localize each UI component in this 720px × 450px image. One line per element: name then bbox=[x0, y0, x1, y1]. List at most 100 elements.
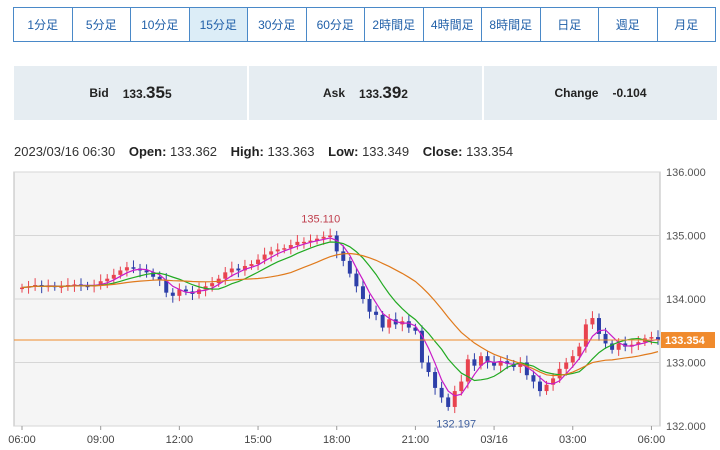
tab-timeframe-11[interactable]: 月足 bbox=[657, 8, 715, 41]
bid-label: Bid bbox=[89, 86, 109, 100]
candle-body bbox=[347, 260, 352, 274]
candle-body bbox=[433, 372, 438, 388]
high-value: 133.363 bbox=[267, 144, 315, 159]
candle-body bbox=[590, 318, 595, 325]
tab-timeframe-2[interactable]: 10分足 bbox=[131, 8, 190, 41]
change-label: Change bbox=[554, 86, 599, 100]
tab-timeframe-5[interactable]: 60分足 bbox=[306, 8, 365, 41]
candle-body bbox=[465, 359, 470, 382]
bid-box: Bid 133.355 bbox=[14, 66, 247, 120]
change-value: -0.104 bbox=[612, 86, 647, 100]
candle-body bbox=[577, 346, 582, 357]
candle-body bbox=[544, 384, 549, 392]
quote-panel: Bid 133.355 Ask 133.392 Change -0.104 bbox=[14, 66, 717, 120]
candle-body bbox=[354, 273, 359, 287]
candle-body bbox=[564, 362, 569, 369]
open-label: Open: bbox=[128, 144, 167, 159]
candle-body bbox=[603, 333, 608, 344]
candle-body bbox=[439, 387, 444, 398]
y-tick-label: 136.000 bbox=[666, 167, 706, 179]
bid-price: 133.355 bbox=[122, 83, 172, 102]
tab-timeframe-9[interactable]: 日足 bbox=[540, 8, 599, 41]
candle-body bbox=[118, 270, 123, 275]
candle-body bbox=[531, 375, 536, 382]
price-chart[interactable]: 136.000135.000134.000133.000132.00006:00… bbox=[0, 160, 720, 450]
tab-timeframe-6[interactable]: 2時間足 bbox=[365, 8, 424, 41]
low-label: Low: bbox=[328, 144, 359, 159]
x-tick-label: 18:00 bbox=[323, 434, 351, 446]
candle-body bbox=[282, 248, 287, 250]
low-value: 133.349 bbox=[362, 144, 410, 159]
candle-body bbox=[380, 314, 385, 328]
x-tick-label: 15:00 bbox=[244, 434, 272, 446]
tab-timeframe-8[interactable]: 8時間足 bbox=[482, 8, 541, 41]
candle-body bbox=[459, 381, 464, 392]
tab-timeframe-7[interactable]: 4時間足 bbox=[423, 8, 482, 41]
candle-body bbox=[262, 254, 267, 260]
y-tick-label: 135.000 bbox=[666, 231, 706, 243]
candle-body bbox=[124, 267, 129, 271]
timeframe-tabs: 1分足 5分足 10分足 15分足 30分足 60分足 2時間足 4時間足 8時間足 日足 週足 月足 bbox=[13, 7, 716, 42]
ask-box: Ask 133.392 bbox=[249, 66, 482, 120]
high-label: High: bbox=[230, 144, 264, 159]
candle-body bbox=[256, 259, 261, 265]
x-tick-label: 06:00 bbox=[8, 434, 36, 446]
x-tick-label: 12:00 bbox=[166, 434, 194, 446]
candle-body bbox=[406, 321, 411, 328]
candle-body bbox=[583, 324, 588, 347]
close-label: Close: bbox=[422, 144, 463, 159]
low-annotation: 132.197 bbox=[436, 418, 476, 430]
ask-label: Ask bbox=[323, 86, 346, 100]
candle-body bbox=[301, 241, 306, 244]
x-tick-label: 09:00 bbox=[87, 434, 115, 446]
candle-body bbox=[210, 283, 215, 287]
candle-body bbox=[269, 251, 274, 255]
x-tick-label: 03:00 bbox=[559, 434, 587, 446]
candle-body bbox=[105, 278, 110, 282]
x-tick-label: 06:00 bbox=[638, 434, 666, 446]
candle-body bbox=[170, 292, 175, 296]
candle-body bbox=[275, 249, 280, 252]
high-annotation: 135.110 bbox=[301, 214, 340, 226]
candle-body bbox=[452, 391, 457, 407]
candle-body bbox=[426, 362, 431, 373]
candle-body bbox=[249, 264, 254, 266]
tab-timeframe-0[interactable]: 1分足 bbox=[14, 8, 73, 41]
candle-body bbox=[360, 286, 365, 299]
candle-body bbox=[374, 311, 379, 315]
candle-body bbox=[334, 235, 339, 252]
change-box: Change -0.104 bbox=[484, 66, 717, 120]
y-tick-label: 134.000 bbox=[666, 294, 706, 306]
candle-body bbox=[341, 251, 346, 261]
ask-price: 133.392 bbox=[359, 83, 408, 102]
candle-body bbox=[649, 337, 654, 339]
candle-body bbox=[616, 343, 621, 350]
candle-body bbox=[570, 356, 575, 363]
candle-body bbox=[236, 268, 241, 271]
candle-body bbox=[321, 236, 326, 239]
x-tick-label: 21:00 bbox=[402, 434, 430, 446]
y-tick-label: 132.000 bbox=[666, 421, 706, 433]
tab-timeframe-10[interactable]: 週足 bbox=[599, 8, 658, 41]
x-tick-label: 03/16 bbox=[480, 434, 508, 446]
close-value: 133.354 bbox=[466, 144, 514, 159]
candle-body bbox=[537, 381, 542, 392]
ohlc-readout: 2023/03/16 06:30 Open: 133.362 High: 133… bbox=[14, 144, 513, 159]
candle-body bbox=[446, 397, 451, 407]
tab-timeframe-3[interactable]: 15分足 bbox=[189, 8, 248, 41]
current-price-label: 133.354 bbox=[665, 335, 706, 347]
candle-body bbox=[295, 241, 300, 246]
candle-body bbox=[328, 235, 333, 237]
y-tick-label: 133.000 bbox=[666, 358, 706, 370]
tab-timeframe-1[interactable]: 5分足 bbox=[72, 8, 131, 41]
candle-body bbox=[229, 268, 234, 273]
ohlc-datetime: 2023/03/16 06:30 bbox=[14, 144, 116, 159]
open-value: 133.362 bbox=[170, 144, 218, 159]
candle-body bbox=[367, 299, 372, 312]
candle-body bbox=[387, 319, 392, 328]
candle-body bbox=[557, 368, 562, 379]
candle-body bbox=[472, 359, 477, 366]
tab-timeframe-4[interactable]: 30分足 bbox=[248, 8, 307, 41]
candle-body bbox=[131, 267, 136, 269]
candle-body bbox=[223, 272, 228, 279]
